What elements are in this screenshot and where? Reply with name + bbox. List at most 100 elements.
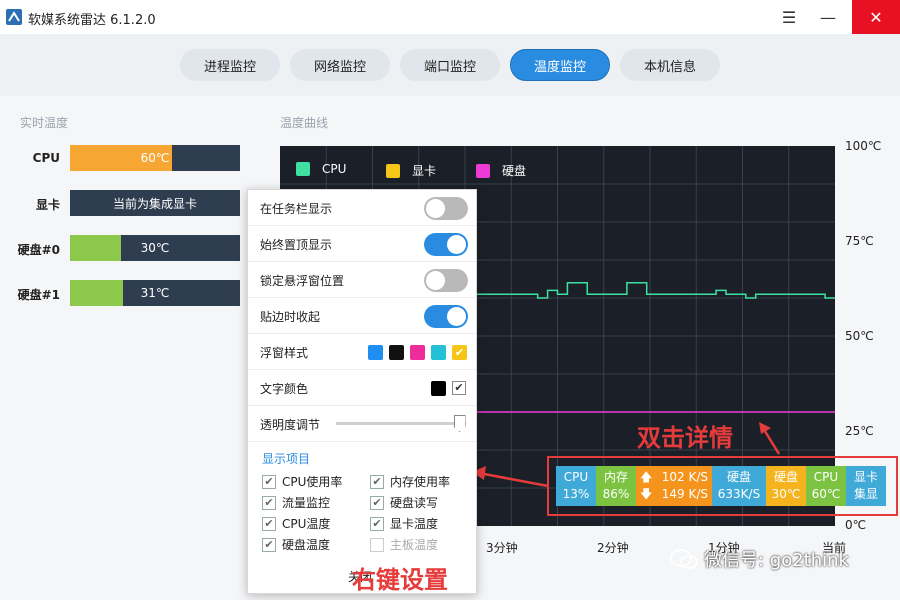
toggle-knob — [447, 307, 466, 326]
style-swatch-cyan[interactable] — [431, 345, 446, 360]
float-gpu-temp: 显卡 集显 — [846, 466, 886, 506]
float-disk-temp-label: 硬盘 — [773, 470, 798, 484]
disk0-temp-bar: 30℃ — [70, 235, 240, 261]
legend-gpu: 显卡 — [386, 162, 436, 179]
float-memory-value: 86% — [602, 487, 630, 501]
toggle-knob — [426, 199, 445, 218]
menu-row-always-on-top[interactable]: 始终置顶显示 — [248, 226, 476, 262]
display-cpu-temp-label: CPU温度 — [282, 517, 331, 531]
float-download: 🡇 149 K/S — [640, 486, 708, 503]
float-cpu-usage-value: 13% — [562, 487, 590, 501]
float-cpu-usage: CPU 13% — [556, 466, 596, 506]
display-network-label: 流量监控 — [282, 496, 331, 510]
legend-gpu-swatch — [386, 163, 400, 178]
float-download-value: 149 K/S — [661, 487, 708, 501]
tab-bar: 进程监控 网络监控 端口监控 温度监控 本机信息 — [0, 34, 900, 96]
x-tick-3min: 3分钟 — [486, 541, 518, 555]
gpu-temp-bar: 当前为集成显卡 — [70, 190, 240, 216]
cpu-temp-label: CPU — [32, 151, 60, 165]
checkbox-icon: ✔ — [262, 537, 276, 552]
float-memory-usage: 内存 86% — [596, 466, 636, 506]
checkbox-icon: ✔ — [262, 474, 276, 489]
float-cpu-usage-label: CPU — [563, 470, 589, 484]
style-swatch-blue[interactable] — [368, 345, 383, 360]
lock-position-toggle[interactable] — [424, 269, 468, 292]
widget-style-label: 浮窗样式 — [260, 346, 309, 360]
style-swatch-multicolor-selected[interactable]: ✔ — [452, 345, 467, 360]
legend-cpu-label: CPU — [322, 162, 347, 176]
minimize-icon[interactable]: — — [805, 0, 851, 34]
menu-row-show-in-taskbar[interactable]: 在任务栏显示 — [248, 190, 476, 226]
app-title: 软媒系统雷达 6.1.2.0 — [28, 13, 156, 28]
display-memory-usage-label: 内存使用率 — [390, 475, 451, 489]
display-cpu-usage[interactable]: ✔ CPU使用率 — [262, 473, 342, 490]
float-upload-value: 102 K/S — [661, 470, 708, 484]
always-on-top-label: 始终置顶显示 — [260, 238, 333, 252]
opacity-slider-track[interactable] — [336, 422, 466, 425]
y-tick-100: 100℃ — [845, 139, 882, 153]
menu-row-lock-position[interactable]: 锁定悬浮窗位置 — [248, 262, 476, 298]
x-tick-2min: 2分钟 — [597, 541, 629, 555]
display-gpu-temp-label: 显卡温度 — [390, 517, 439, 531]
y-tick-75: 75℃ — [845, 234, 874, 248]
tab-system-info[interactable]: 本机信息 — [620, 49, 720, 81]
checkbox-icon: ✔ — [262, 516, 276, 531]
menu-row-collapse-at-edge[interactable]: 贴边时收起 — [248, 298, 476, 334]
disk1-temp-value: 31℃ — [140, 286, 170, 300]
tab-process-monitor[interactable]: 进程监控 — [180, 49, 280, 81]
temp-curve-label: 温度曲线 — [280, 116, 329, 130]
float-cpu-temp-label: CPU — [813, 470, 839, 484]
gpu-temp-label: 显卡 — [35, 198, 60, 212]
title-bar: 软媒系统雷达 6.1.2.0 ☰ — ✕ — [0, 0, 900, 34]
y-tick-0: 0℃ — [845, 518, 867, 532]
text-color-check[interactable]: ✔ — [452, 381, 466, 395]
close-icon[interactable]: ✕ — [852, 0, 900, 34]
realtime-temp-label: 实时温度 — [20, 116, 69, 130]
float-disk-io-label: 硬盘 — [726, 470, 751, 484]
checkbox-icon: ✔ — [370, 516, 384, 531]
toggle-knob — [426, 271, 445, 290]
display-gpu-temp[interactable]: ✔ 显卡温度 — [370, 515, 438, 532]
float-disk-io: 硬盘 633K/S — [712, 466, 766, 506]
show-in-taskbar-toggle[interactable] — [424, 197, 468, 220]
display-cpu-usage-label: CPU使用率 — [282, 475, 343, 489]
checkbox-icon: ✔ — [262, 495, 276, 510]
collapse-at-edge-toggle[interactable] — [424, 305, 468, 328]
display-board-temp-label: 主板温度 — [390, 538, 439, 552]
arrow-down-icon: 🡇 — [640, 487, 653, 501]
float-gpu-temp-value: 集显 — [853, 487, 878, 501]
legend-disk-label: 硬盘 — [502, 164, 527, 178]
cpu-temp-bar: 60℃ — [70, 145, 240, 171]
display-disk-io-label: 硬盘读写 — [390, 496, 439, 510]
style-swatch-pink[interactable] — [410, 345, 425, 360]
display-disk-temp[interactable]: ✔ 硬盘温度 — [262, 536, 330, 553]
legend-cpu-swatch — [296, 162, 310, 176]
menu-row-text-color: 文字颜色 ✔ — [248, 370, 476, 406]
display-network[interactable]: ✔ 流量监控 — [262, 494, 330, 511]
style-swatch-black[interactable] — [389, 345, 404, 360]
display-disk-temp-label: 硬盘温度 — [282, 538, 331, 552]
collapse-at-edge-label: 贴边时收起 — [260, 310, 321, 324]
display-disk-io[interactable]: ✔ 硬盘读写 — [370, 494, 438, 511]
disk1-temp-bar: 31℃ — [70, 280, 240, 306]
always-on-top-toggle[interactable] — [424, 233, 468, 256]
watermark-text: 微信号: go2think — [704, 550, 849, 571]
wechat-icon — [670, 549, 698, 569]
tab-temperature-monitor[interactable]: 温度监控 — [510, 49, 610, 81]
float-disk-io-value: 633K/S — [717, 487, 761, 501]
legend-disk: 硬盘 — [476, 162, 526, 179]
legend-gpu-label: 显卡 — [412, 164, 437, 178]
checkbox-icon: ✔ — [370, 474, 384, 489]
tab-network-monitor[interactable]: 网络监控 — [290, 49, 390, 81]
float-widget[interactable]: CPU 13% 内存 86% 🡅 102 K/S 🡇 149 K/S 硬盘 63… — [556, 466, 886, 506]
annotation-right-click: 右键设置 — [352, 566, 448, 594]
text-color-swatch[interactable] — [431, 381, 446, 396]
show-in-taskbar-label: 在任务栏显示 — [260, 202, 333, 216]
opacity-label: 透明度调节 — [260, 418, 321, 432]
display-cpu-temp[interactable]: ✔ CPU温度 — [262, 515, 330, 532]
lock-position-label: 锁定悬浮窗位置 — [260, 274, 345, 288]
display-memory-usage[interactable]: ✔ 内存使用率 — [370, 473, 450, 490]
display-items-heading: 显示项目 — [262, 452, 311, 466]
tab-port-monitor[interactable]: 端口监控 — [400, 49, 500, 81]
display-board-temp[interactable]: 主板温度 — [370, 536, 438, 553]
